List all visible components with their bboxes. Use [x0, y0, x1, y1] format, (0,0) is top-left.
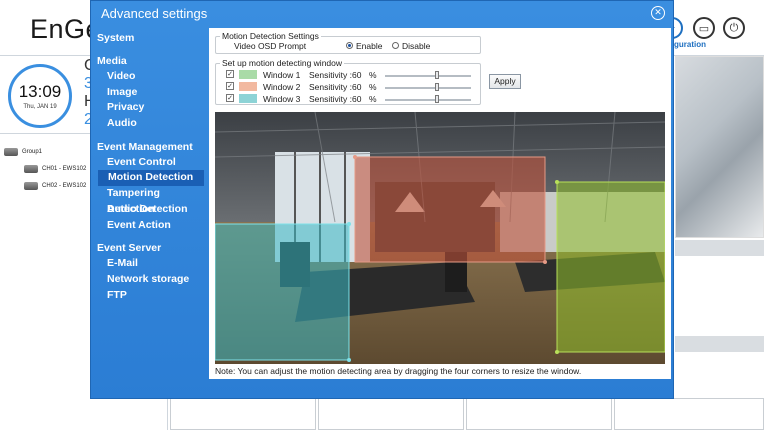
window-name: Window 3: [263, 94, 301, 104]
monitor-icon[interactable]: ▭: [693, 17, 715, 39]
percent-unit: %: [369, 82, 377, 92]
enable-radio[interactable]: Enable: [346, 41, 382, 51]
sensitivity-value: 60: [352, 70, 362, 80]
channel-label: CH02 - EWS102: [42, 182, 87, 189]
window-checkbox[interactable]: ✓: [226, 70, 234, 78]
motion-window-3[interactable]: [215, 223, 350, 361]
motion-settings-group: Motion Detection Settings Video OSD Prom…: [215, 31, 481, 54]
window-checkbox[interactable]: ✓: [226, 82, 234, 90]
resize-handle[interactable]: [347, 358, 351, 362]
nav-item-video[interactable]: Video: [97, 69, 209, 85]
nav-item-email[interactable]: E-Mail: [97, 256, 209, 272]
sensitivity-value: 60: [352, 94, 362, 104]
camera-tree: Group1 CH01 - EWS102 CH02 - EWS102: [4, 143, 86, 194]
window-legend: Set up motion detecting window: [220, 58, 345, 68]
clock-time: 13:09: [18, 82, 62, 101]
tree-channel[interactable]: CH01 - EWS102: [4, 160, 86, 177]
channel-label: CH01 - EWS102: [42, 165, 87, 172]
nav-item-network-storage[interactable]: Network storage: [97, 272, 209, 288]
radio-unselected-icon: [392, 42, 399, 50]
nav-item-ftp[interactable]: FTP: [97, 288, 209, 304]
dialog-title: Advanced settings: [101, 6, 208, 21]
apply-button[interactable]: Apply: [489, 74, 521, 89]
group-label: Group1: [22, 148, 43, 155]
resize-handle[interactable]: [347, 222, 351, 226]
tree-channel[interactable]: CH02 - EWS102: [4, 177, 86, 194]
nav-section-event-server[interactable]: Event Server: [97, 242, 209, 256]
clock-date: Thu, JAN 19: [23, 104, 57, 110]
panel-bar: [675, 240, 764, 256]
nav-item-event-control[interactable]: Event Control: [97, 155, 209, 171]
slider-thumb[interactable]: [434, 95, 439, 103]
camera-thumbnail[interactable]: [675, 56, 764, 238]
window-color-swatch: [239, 94, 257, 103]
osd-label: Video OSD Prompt: [234, 41, 307, 51]
close-icon[interactable]: ✕: [651, 6, 665, 20]
clock-widget: 13:09 Thu, JAN 19: [8, 64, 72, 128]
group-camera-icon: [4, 147, 18, 156]
motion-settings-legend: Motion Detection Settings: [220, 31, 321, 41]
office-scene: [215, 112, 665, 364]
radio-selected-icon: [346, 42, 353, 50]
video-grid-cell[interactable]: [614, 398, 764, 430]
window-name: Window 2: [263, 82, 301, 92]
nav-item-privacy[interactable]: Privacy: [97, 100, 209, 116]
slider-thumb[interactable]: [434, 83, 439, 91]
nav-item-motion-detection[interactable]: Motion Detection: [98, 170, 204, 187]
sensitivity-slider[interactable]: [385, 87, 471, 89]
nav-item-image[interactable]: Image: [97, 85, 209, 101]
power-icon[interactable]: ⏻: [723, 17, 745, 39]
percent-unit: %: [369, 94, 377, 104]
enable-label: Enable: [356, 41, 383, 51]
resize-handle[interactable]: [555, 350, 559, 354]
sensitivity-label: Sensitivity :: [309, 70, 352, 80]
resize-handle[interactable]: [543, 260, 547, 264]
resize-note: Note: You can adjust the motion detectin…: [215, 366, 582, 376]
motion-window-1[interactable]: [556, 181, 665, 353]
video-grid-cell[interactable]: [170, 398, 316, 430]
sensitivity-label: Sensitivity :: [309, 82, 352, 92]
nav-item-audio[interactable]: Audio: [97, 116, 209, 132]
camera-preview[interactable]: [215, 112, 665, 364]
camera-icon: [24, 164, 38, 173]
nav-item-audio-detection[interactable]: Audio Detection: [97, 202, 209, 218]
configuration-link[interactable]: guration: [674, 40, 706, 49]
window-checkbox[interactable]: ✓: [226, 94, 234, 102]
window-color-swatch: [239, 82, 257, 91]
sensitivity-value: 60: [352, 82, 362, 92]
disable-label: Disable: [402, 41, 431, 51]
video-grid-cell[interactable]: [466, 398, 612, 430]
nav-section-event-management[interactable]: Event Management: [97, 141, 209, 155]
tree-group[interactable]: Group1: [4, 143, 86, 160]
advanced-settings-dialog: Advanced settings ✕ System Media Video I…: [90, 0, 674, 399]
nav-item-event-action[interactable]: Event Action: [97, 218, 209, 234]
video-grid-cell[interactable]: [318, 398, 464, 430]
nav-section-system[interactable]: System: [97, 32, 209, 46]
window-color-swatch: [239, 70, 257, 79]
sensitivity-label: Sensitivity :: [309, 94, 352, 104]
sensitivity-slider[interactable]: [385, 75, 471, 77]
nav-section-media[interactable]: Media: [97, 55, 209, 69]
resize-handle[interactable]: [353, 155, 357, 159]
nav-item-tampering-detection[interactable]: Tampering Detection: [97, 186, 209, 215]
slider-thumb[interactable]: [434, 71, 439, 79]
sensitivity-slider[interactable]: [385, 99, 471, 101]
motion-detection-panel: Motion Detection Settings Video OSD Prom…: [209, 28, 671, 379]
window-name: Window 1: [263, 70, 301, 80]
percent-unit: %: [369, 70, 377, 80]
panel-bar: [675, 336, 764, 352]
resize-handle[interactable]: [555, 180, 559, 184]
camera-icon: [24, 181, 38, 190]
disable-radio[interactable]: Disable: [392, 41, 430, 51]
settings-nav: System Media Video Image Privacy Audio E…: [97, 29, 209, 303]
motion-window-2[interactable]: [354, 156, 546, 263]
